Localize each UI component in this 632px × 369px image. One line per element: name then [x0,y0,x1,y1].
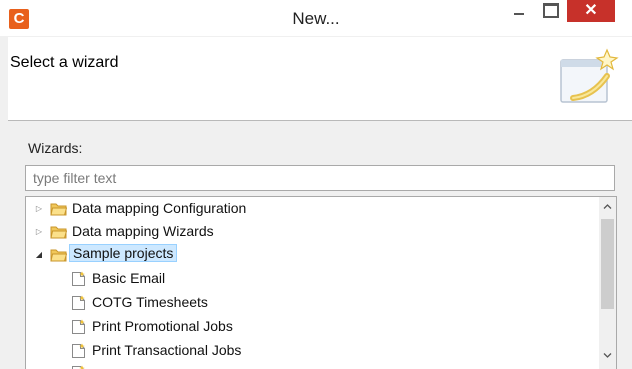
banner-title: Select a wizard [10,54,119,71]
tree-item-label: Data mapping Wizards [72,223,214,239]
wizard-file-icon [72,343,85,358]
wizards-label: Wizards: [28,140,83,156]
maximize-button[interactable] [536,0,564,22]
tree-item-cotg-timesheets[interactable]: COTG Timesheets [26,292,600,314]
scroll-up-arrow-icon[interactable] [603,202,612,211]
tree-item-label: Basic Email [92,270,166,286]
close-button[interactable]: ✕ [567,0,615,22]
scroll-down-arrow-icon[interactable] [603,351,612,360]
new-wizard-dialog: C New... ✕ Select a wizard Wizards: ▷ Da… [0,0,632,369]
wizard-file-icon [72,295,85,310]
tree-item-data-mapping-wizards[interactable]: ▷ Data mapping Wizards [26,221,600,243]
tree-item-print-promotional-jobs[interactable]: Print Promotional Jobs [26,316,600,338]
expand-arrow-icon[interactable]: ▷ [34,204,44,214]
scrollbar-thumb[interactable] [601,219,614,309]
title-bar[interactable]: C New... ✕ [0,0,632,36]
wizard-banner: Select a wizard [8,37,632,121]
tree-item-basic-email[interactable]: Basic Email [26,268,600,290]
wizard-tree[interactable]: ▷ Data mapping Configuration ▷ Data mapp… [25,196,617,369]
tree-item-label: Data mapping Configuration [72,200,247,216]
wizard-file-icon [72,365,85,369]
tree-item-label: Print Promotional Jobs [92,318,233,334]
vertical-scrollbar[interactable] [599,197,616,369]
filter-input[interactable] [25,165,615,191]
minimize-button[interactable] [505,0,533,22]
tree-item-label: COTG Timesheets [92,294,208,310]
open-folder-icon [50,249,67,262]
expand-arrow-icon[interactable]: ▷ [34,227,44,237]
tree-item-data-mapping-configuration[interactable]: ▷ Data mapping Configuration [26,198,600,220]
tree-item-sample-projects[interactable]: ◢ Sample projects [26,244,600,266]
tree-item-label: Sample projects [69,244,178,262]
wizard-banner-icon [560,48,619,103]
collapse-arrow-icon[interactable]: ◢ [34,250,44,260]
wizard-file-icon [72,271,85,286]
close-icon: ✕ [584,2,598,19]
folder-icon [50,226,67,239]
folder-icon [50,203,67,216]
tree-item-print-transactional-jobs[interactable]: Print Transactional Jobs [26,340,600,362]
wizard-file-icon [72,319,85,334]
tree-item-label: Print Transactional Jobs [92,342,242,358]
